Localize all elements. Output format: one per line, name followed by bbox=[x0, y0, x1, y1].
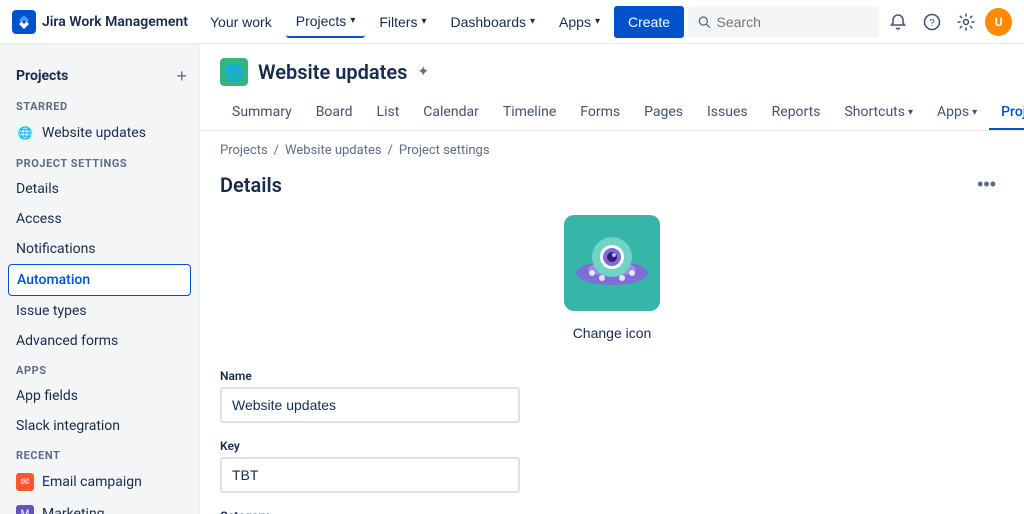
key-label: Key bbox=[220, 439, 520, 453]
avatar[interactable]: U bbox=[985, 8, 1012, 36]
tab-board[interactable]: Board bbox=[304, 96, 365, 130]
gear-icon bbox=[957, 13, 975, 31]
breadcrumb-projects[interactable]: Projects bbox=[220, 143, 268, 158]
search-input[interactable] bbox=[717, 14, 869, 30]
jira-logo-icon bbox=[12, 10, 36, 34]
recent-section-title: RECENT bbox=[0, 441, 199, 466]
icon-area: Change icon bbox=[220, 215, 1004, 345]
sidebar-item-access[interactable]: Access bbox=[0, 204, 199, 234]
project-header: 🌐 Website updates ✦ Summary Board List C… bbox=[200, 44, 1024, 131]
notifications-button[interactable] bbox=[883, 6, 913, 38]
sidebar-item-slack-integration[interactable]: Slack integration bbox=[0, 411, 199, 441]
project-title-row: 🌐 Website updates ✦ bbox=[220, 58, 1004, 86]
tab-apps[interactable]: Apps ▾ bbox=[925, 96, 989, 130]
bell-icon bbox=[889, 13, 907, 31]
name-field: Name bbox=[220, 369, 520, 423]
sidebar-item-issue-types[interactable]: Issue types bbox=[0, 296, 199, 326]
website-updates-icon: 🌐 bbox=[16, 124, 34, 142]
tab-list[interactable]: List bbox=[365, 96, 412, 130]
project-settings-section-title: PROJECT SETTINGS bbox=[0, 149, 199, 174]
projects-nav[interactable]: Projects ▾ bbox=[286, 6, 366, 38]
sidebar-item-details[interactable]: Details bbox=[0, 174, 199, 204]
main-content: 🌐 Website updates ✦ Summary Board List C… bbox=[200, 44, 1024, 514]
sidebar-item-email-campaign[interactable]: ✉ Email campaign bbox=[0, 466, 199, 498]
project-star-button[interactable]: ✦ bbox=[417, 64, 429, 80]
project-icon: 🌐 bbox=[220, 58, 248, 86]
details-header: Details ••• bbox=[220, 170, 1004, 199]
add-project-button[interactable]: + bbox=[176, 66, 187, 87]
chevron-down-icon: ▾ bbox=[421, 16, 426, 27]
tab-pages[interactable]: Pages bbox=[632, 96, 695, 130]
tab-timeline[interactable]: Timeline bbox=[491, 96, 568, 130]
project-title: Website updates bbox=[258, 60, 407, 84]
sidebar-item-notifications[interactable]: Notifications bbox=[0, 234, 199, 264]
details-title: Details bbox=[220, 173, 282, 197]
tab-summary[interactable]: Summary bbox=[220, 96, 304, 130]
starred-section-title: STARRED bbox=[0, 92, 199, 117]
breadcrumb-sep-1: / bbox=[274, 143, 279, 158]
tab-forms[interactable]: Forms bbox=[568, 96, 632, 130]
apps-section-title: APPS bbox=[0, 356, 199, 381]
category-label: Category bbox=[220, 509, 520, 514]
breadcrumb-website-updates[interactable]: Website updates bbox=[285, 143, 382, 158]
change-icon-button[interactable]: Change icon bbox=[565, 321, 660, 345]
tab-project-settings[interactable]: Project settings bbox=[989, 96, 1024, 130]
your-work-nav[interactable]: Your work bbox=[200, 6, 282, 38]
sidebar-item-marketing[interactable]: M Marketing bbox=[0, 498, 199, 514]
key-field: Key bbox=[220, 439, 520, 493]
dashboards-nav[interactable]: Dashboards ▾ bbox=[441, 6, 546, 38]
svg-text:🌐: 🌐 bbox=[224, 63, 244, 82]
chevron-down-icon: ▾ bbox=[530, 16, 535, 27]
sidebar-item-automation[interactable]: Automation bbox=[8, 264, 191, 296]
tab-reports[interactable]: Reports bbox=[760, 96, 833, 130]
sidebar-header: Projects + bbox=[0, 60, 199, 92]
details-section: Details ••• bbox=[200, 162, 1024, 514]
email-campaign-icon: ✉ bbox=[16, 473, 34, 491]
chevron-down-icon: ▾ bbox=[595, 16, 600, 27]
search-bar[interactable] bbox=[688, 6, 879, 38]
sidebar-item-advanced-forms[interactable]: Advanced forms bbox=[0, 326, 199, 356]
settings-button[interactable] bbox=[951, 6, 981, 38]
tab-shortcuts[interactable]: Shortcuts ▾ bbox=[832, 96, 925, 130]
search-icon bbox=[698, 15, 710, 29]
breadcrumb-current: Project settings bbox=[399, 143, 490, 158]
name-label: Name bbox=[220, 369, 520, 383]
more-options-button[interactable]: ••• bbox=[969, 170, 1004, 199]
app-name: Jira Work Management bbox=[42, 14, 188, 30]
filters-nav[interactable]: Filters ▾ bbox=[369, 6, 436, 38]
chevron-down-icon: ▾ bbox=[972, 107, 977, 118]
create-button[interactable]: Create bbox=[614, 6, 684, 38]
tab-calendar[interactable]: Calendar bbox=[411, 96, 491, 130]
name-input[interactable] bbox=[220, 387, 520, 423]
svg-text:?: ? bbox=[929, 18, 935, 29]
sidebar-item-website-updates[interactable]: 🌐 Website updates bbox=[0, 117, 199, 149]
sidebar: Projects + STARRED 🌐 Website updates PRO… bbox=[0, 44, 200, 514]
marketing-icon: M bbox=[16, 505, 34, 514]
sidebar-item-app-fields[interactable]: App fields bbox=[0, 381, 199, 411]
key-input[interactable] bbox=[220, 457, 520, 493]
project-big-icon bbox=[564, 215, 660, 311]
app-logo[interactable]: Jira Work Management bbox=[12, 10, 188, 34]
apps-nav[interactable]: Apps ▾ bbox=[549, 6, 610, 38]
tab-issues[interactable]: Issues bbox=[695, 96, 760, 130]
breadcrumb-sep-2: / bbox=[388, 143, 393, 158]
help-button[interactable]: ? bbox=[917, 6, 947, 38]
top-nav: Jira Work Management Your work Projects … bbox=[0, 0, 1024, 44]
chevron-down-icon: ▾ bbox=[908, 107, 913, 118]
category-field: Category Choose a category bbox=[220, 509, 520, 514]
help-icon: ? bbox=[923, 13, 941, 31]
tabs-bar: Summary Board List Calendar Timeline For… bbox=[220, 96, 1004, 130]
breadcrumb: Projects / Website updates / Project set… bbox=[200, 131, 1024, 162]
chevron-down-icon: ▾ bbox=[350, 15, 355, 26]
main-layout: Projects + STARRED 🌐 Website updates PRO… bbox=[0, 44, 1024, 514]
